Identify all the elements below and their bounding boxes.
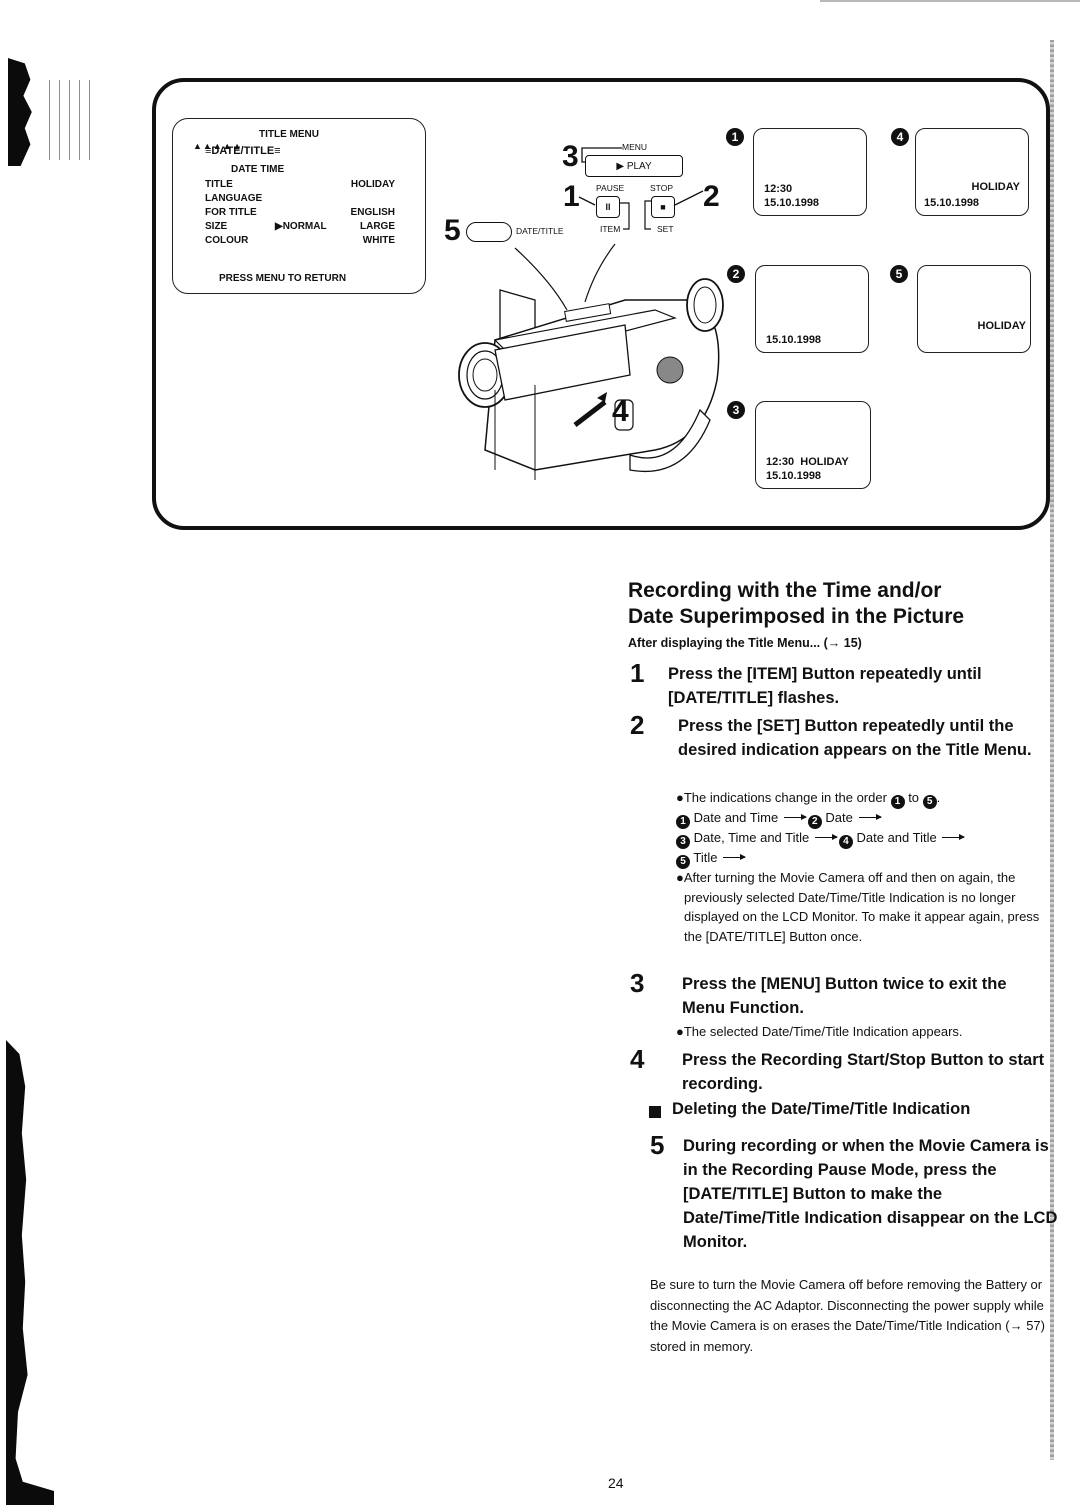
sequence-label: Title xyxy=(693,850,718,865)
arrow-right-icon xyxy=(942,834,966,840)
lcd-line-2: 15.10.1998 xyxy=(924,197,980,209)
menu-footer: PRESS MENU TO RETURN xyxy=(219,273,347,284)
circled-1-icon: 1 xyxy=(676,814,690,829)
scan-artifact-left-top xyxy=(8,58,32,166)
menu-row-selected: ▶NORMAL xyxy=(275,221,327,232)
menu-row-language: LANGUAGE xyxy=(205,193,395,205)
play-menu-button[interactable]: ▶ PLAY xyxy=(585,155,683,177)
sequence-label: Date xyxy=(825,810,853,825)
menu-row-label: TITLE xyxy=(205,179,233,190)
lcd-screen-3: 12:30 HOLIDAY 15.10.1998 xyxy=(755,401,871,489)
scan-artifact-top xyxy=(820,0,1080,2)
page-title-line-1: Recording with the Time and/or xyxy=(628,579,942,602)
title-menu-heading: TITLE MENU xyxy=(259,129,319,140)
menu-row-size: SIZE ▶NORMAL LARGE xyxy=(205,221,395,233)
step-4-text: Press the Recording Start/Stop Button to… xyxy=(682,1051,1045,1093)
sequence-label: Date, Time and Title xyxy=(693,830,810,845)
flashing-item-label: DATE/TITLE xyxy=(211,145,275,157)
screen-number-5-icon: 5 xyxy=(890,265,908,283)
step-2-order-note: ●The indications change in the order 1 t… xyxy=(676,790,941,809)
circled-1-icon: 1 xyxy=(890,794,905,809)
lcd-line-1: 12:30 xyxy=(764,183,793,195)
menu-row-for-title: FOR TITLE ENGLISH xyxy=(205,207,395,219)
circled-3-icon: 3 xyxy=(676,834,690,849)
title-menu-display: TITLE MENU ▲▲▲▲▲ ≡DATE/TITLE≡ DATE TIME … xyxy=(172,118,426,294)
item-label: ITEM xyxy=(600,224,621,234)
date-title-button[interactable] xyxy=(466,222,512,242)
lcd-line-1: HOLIDAY xyxy=(977,320,1027,332)
lcd-screen-4: HOLIDAY 15.10.1998 xyxy=(915,128,1029,216)
section-heading: Deleting the Date/Time/Title Indication xyxy=(672,1100,971,1118)
lcd-line-2: 15.10.1998 xyxy=(764,197,820,209)
scan-artifact-lines xyxy=(45,80,95,160)
menu-row-label: LANGUAGE xyxy=(205,193,263,204)
screen-number-4-icon: 4 xyxy=(891,128,909,146)
order-note-text: ●The indications change in the order xyxy=(676,790,887,805)
flashing-date-title: ≡DATE/TITLE≡ xyxy=(205,145,281,157)
sequence-line-1: 1 Date and Time 2 Date xyxy=(676,808,1056,829)
lcd-screen-1: 12:30 15.10.1998 xyxy=(753,128,867,216)
step-2-text: Press the [SET] Button repeatedly until … xyxy=(678,717,1032,759)
sequence-label: Date and Time xyxy=(693,810,779,825)
step-5-text: During recording or when the Movie Camer… xyxy=(683,1137,1058,1251)
menu-row-value: HOLIDAY xyxy=(350,179,395,190)
circled-5-icon: 5 xyxy=(922,794,937,809)
menu-row-label: FOR TITLE xyxy=(205,207,257,218)
step-2-number: 2 xyxy=(630,710,645,740)
menu-row-label: SIZE xyxy=(205,221,228,232)
screen-number-1-icon: 1 xyxy=(726,128,744,146)
order-note-to: to xyxy=(908,790,920,805)
lcd-screen-2: 15.10.1998 xyxy=(755,265,869,353)
control-leaders xyxy=(578,190,704,230)
set-label: SET xyxy=(657,224,674,234)
section-square-icon xyxy=(649,1106,661,1118)
circled-5-icon: 5 xyxy=(676,854,690,869)
page-title-line-2: Date Superimposed in the Picture xyxy=(628,605,965,628)
circled-4-icon: 4 xyxy=(838,834,853,849)
arrow-right-icon xyxy=(814,834,838,840)
page-number: 24 xyxy=(608,1475,624,1491)
step-3-number: 3 xyxy=(630,968,645,998)
screen-number-2-icon: 2 xyxy=(727,265,745,283)
step-3-note: ●The selected Date/Time/Title Indication… xyxy=(676,1024,963,1039)
power-note: ●After turning the Movie Camera off and … xyxy=(676,870,1040,944)
page-title: Recording with the Time and/or Date Supe… xyxy=(628,578,1048,630)
menu-row-label: COLOUR xyxy=(205,235,249,246)
menu-row-value: ENGLISH xyxy=(350,207,395,218)
step-1-number: 1 xyxy=(630,658,645,688)
step-1-text: Press the [ITEM] Button repeatedly until… xyxy=(668,665,982,707)
sequence-line-2: 3 Date, Time and Title 4 Date and Title xyxy=(676,828,1076,849)
menu-row-value: WHITE xyxy=(362,235,395,246)
screen-number-3-icon: 3 xyxy=(727,401,745,419)
date-title-label: DATE/TITLE xyxy=(516,226,564,236)
callout-4: 4 xyxy=(612,395,629,428)
lcd-line-1: 12:30 HOLIDAY xyxy=(766,456,849,468)
arrow-right-icon xyxy=(783,814,807,820)
step-3-text: Press the [MENU] Button twice to exit th… xyxy=(682,975,1007,1017)
step-4-number: 4 xyxy=(630,1044,645,1074)
circled-2-icon: 2 xyxy=(807,814,822,829)
callout-3: 3 xyxy=(562,140,579,173)
scan-artifact-left-bottom xyxy=(6,1040,54,1505)
page-subtitle: After displaying the Title Menu... (→ 15… xyxy=(628,636,862,650)
arrow-right-icon xyxy=(858,814,882,820)
lcd-screen-5: HOLIDAY xyxy=(917,265,1031,353)
step-5-number: 5 xyxy=(650,1130,665,1160)
menu-date-time: DATE TIME xyxy=(231,164,285,175)
lcd-line-2: 15.10.1998 xyxy=(766,470,822,482)
menu-row-value: LARGE xyxy=(360,221,395,232)
menu-row-colour: COLOUR WHITE xyxy=(205,235,395,247)
sequence-label: Date and Title xyxy=(856,830,937,845)
arrow-right-icon xyxy=(723,854,747,860)
caution-note: Be sure to turn the Movie Camera off bef… xyxy=(650,1277,1045,1354)
flash-right-icon: ≡ xyxy=(274,145,281,157)
lcd-line-2: 15.10.1998 xyxy=(766,334,822,346)
camcorder-illustration xyxy=(458,243,724,480)
menu-row-title: TITLE HOLIDAY xyxy=(205,179,395,191)
sequence-line-3: 5 Title xyxy=(676,848,1056,869)
lcd-line-1: HOLIDAY xyxy=(971,181,1021,193)
